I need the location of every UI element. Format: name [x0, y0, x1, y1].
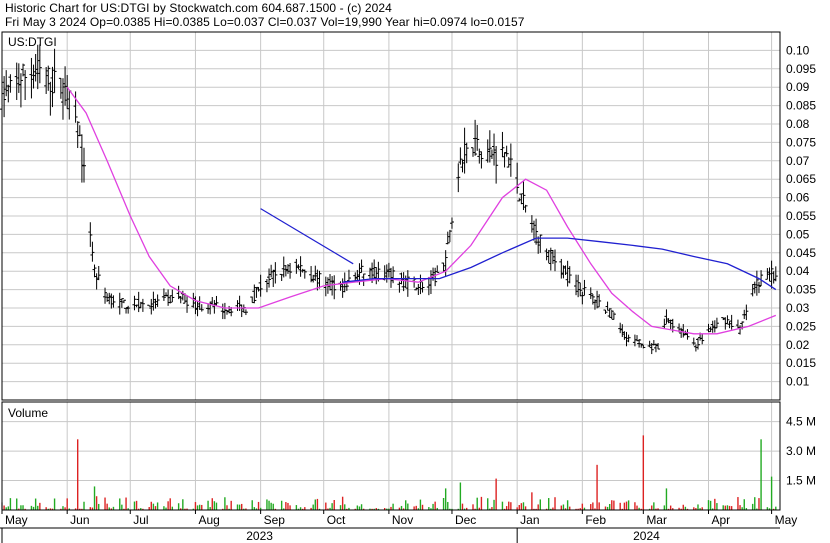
price-tick-label: 0.07	[786, 154, 810, 168]
month-tick-label: Aug	[198, 513, 219, 527]
price-tick-label: 0.035	[786, 283, 816, 297]
price-tick-label: 0.09	[786, 80, 810, 94]
price-panel-label: US:DTGI	[8, 35, 57, 49]
price-tick-label: 0.015	[786, 356, 816, 370]
year-label: 2023	[246, 529, 273, 543]
price-tick-label: 0.05	[786, 227, 810, 241]
x-axis: May Jun Jul Aug Sep Oct Nov Dec Jan Feb Mar Apr May 2…	[0, 510, 797, 543]
volume-panel	[2, 402, 780, 510]
price-tick-label: 0.055	[786, 209, 816, 223]
stock-chart: 0.10 0.095 0.09 0.085 0.08 0.075 0.07 0.065 0.06…	[0, 31, 816, 543]
month-tick-label: Mar	[646, 513, 667, 527]
price-tick-label: 0.065	[786, 172, 816, 186]
price-tick-label: 0.03	[786, 301, 810, 315]
year-label: 2024	[633, 529, 660, 543]
month-tick-label: May	[775, 513, 798, 527]
month-tick-label: Jan	[520, 513, 539, 527]
volume-tick-label: 3.0 M	[786, 444, 816, 458]
price-tick-label: 0.01	[786, 375, 810, 389]
price-tick-label: 0.045	[786, 246, 816, 260]
price-tick-label: 0.06	[786, 191, 810, 205]
price-tick-label: 0.095	[786, 62, 816, 76]
volume-panel-label: Volume	[8, 406, 48, 420]
volume-tick-label: 1.5 M	[786, 474, 816, 488]
month-tick-label: Oct	[327, 513, 346, 527]
price-tick-label: 0.075	[786, 135, 816, 149]
price-tick-label: 0.085	[786, 99, 816, 113]
month-tick-label: Jun	[70, 513, 89, 527]
month-tick-label: Feb	[585, 513, 606, 527]
month-tick-label: Sep	[264, 513, 286, 527]
month-tick-label: Nov	[392, 513, 413, 527]
month-tick-label: Jul	[133, 513, 148, 527]
volume-tick-label: 4.5 M	[786, 415, 816, 429]
price-tick-label: 0.08	[786, 117, 810, 131]
price-tick-label: 0.10	[786, 43, 810, 57]
price-tick-label: 0.02	[786, 338, 810, 352]
month-tick-label: Apr	[712, 513, 731, 527]
month-tick-label: Dec	[455, 513, 476, 527]
price-tick-label: 0.025	[786, 319, 816, 333]
month-tick-label: May	[5, 513, 28, 527]
price-tick-label: 0.04	[786, 264, 810, 278]
